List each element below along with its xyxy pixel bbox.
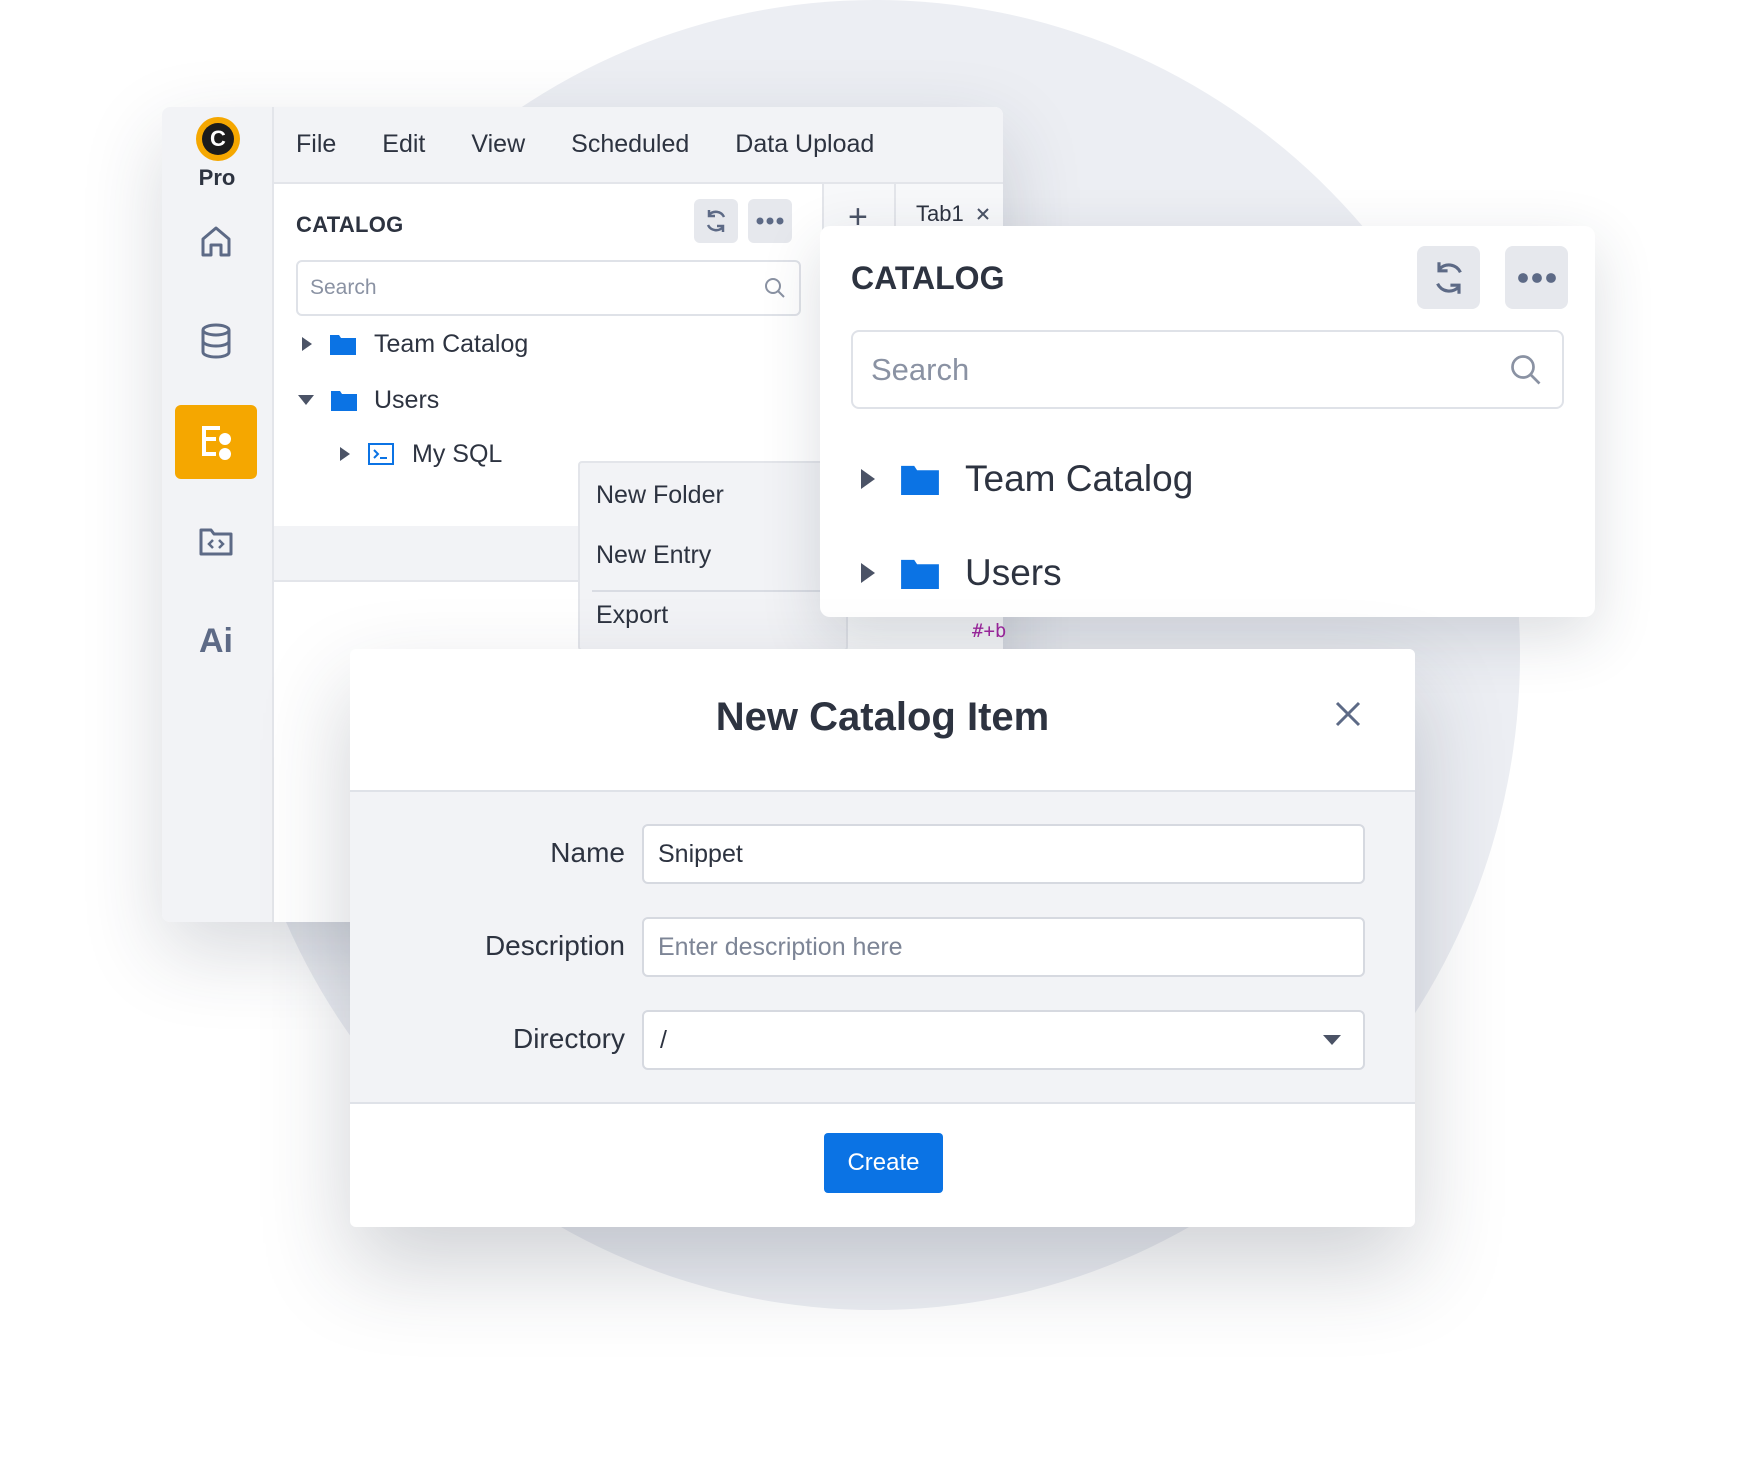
description-field[interactable] <box>642 917 1365 977</box>
ai-label: Ai <box>199 621 233 660</box>
description-label: Description <box>484 930 625 961</box>
menu-view[interactable]: View <box>471 130 525 159</box>
collapse-arrow-icon[interactable] <box>298 395 314 405</box>
menu-bar: File Edit View Scheduled Data Upload <box>274 107 1003 184</box>
expand-arrow-icon[interactable] <box>302 337 312 351</box>
catalog-search[interactable] <box>296 260 801 316</box>
tree-label: My SQL <box>412 439 503 468</box>
new-catalog-item-dialog: New Catalog Item Name Description Direct… <box>350 649 1415 1227</box>
database-icon <box>201 323 231 359</box>
catalog-search-input[interactable] <box>310 276 730 300</box>
code-fragment: #+b <box>972 620 1007 642</box>
refresh-icon <box>1435 261 1462 294</box>
dialog-body: Name Description Directory / <box>350 792 1415 1104</box>
directory-value: / <box>660 1025 667 1054</box>
tab-label: Tab1 <box>916 201 964 226</box>
catalog-search-input[interactable] <box>871 351 1471 388</box>
catalog-search[interactable] <box>851 330 1564 409</box>
directory-label: Directory <box>512 1023 625 1054</box>
dialog-title: New Catalog Item <box>715 695 1050 739</box>
tree-item-my-sql[interactable]: My SQL <box>340 434 502 474</box>
folder-icon <box>330 335 356 355</box>
expand-arrow-icon[interactable] <box>861 469 875 489</box>
context-menu: New Folder New Entry Export <box>578 461 848 651</box>
directory-select[interactable]: / <box>642 1010 1365 1070</box>
expand-arrow-icon[interactable] <box>861 563 875 583</box>
menu-file[interactable]: File <box>296 130 336 159</box>
close-icon[interactable] <box>976 207 990 221</box>
menu-new-folder[interactable]: New Folder <box>596 481 724 510</box>
chevron-down-icon <box>1323 1035 1341 1045</box>
catalog-zoom-card: CATALOG Team Cata <box>820 226 1595 617</box>
create-button[interactable]: Create <box>824 1133 943 1193</box>
menu-new-entry[interactable]: New Entry <box>596 541 711 570</box>
catalog-more-button[interactable] <box>1505 246 1568 309</box>
expand-arrow-icon[interactable] <box>340 447 350 461</box>
rail-database-button[interactable] <box>175 304 257 378</box>
menu-edit[interactable]: Edit <box>382 130 425 159</box>
rail-home-button[interactable] <box>175 204 257 278</box>
search-icon <box>765 278 785 298</box>
folder-icon <box>901 559 939 589</box>
home-icon <box>201 226 231 257</box>
more-dots-icon <box>756 217 784 225</box>
terminal-icon <box>368 443 394 465</box>
name-label: Name <box>550 837 625 868</box>
menu-data-upload[interactable]: Data Upload <box>735 130 874 159</box>
rail-code-folder-button[interactable] <box>175 504 257 578</box>
tree-label: Team Catalog <box>374 329 529 358</box>
name-field[interactable] <box>642 824 1365 884</box>
catalog-title: CATALOG <box>851 260 1005 296</box>
edition-label: Pro <box>198 165 236 190</box>
catalog-more-button[interactable] <box>748 199 792 243</box>
tree-item-team-catalog[interactable]: Team Catalog <box>302 324 528 364</box>
folder-icon <box>331 391 357 411</box>
tree-item-users[interactable]: Users <box>861 548 1062 598</box>
left-rail: C Pro Ai <box>162 107 274 922</box>
more-dots-icon <box>1517 272 1556 283</box>
tree-label: Users <box>965 552 1062 593</box>
tree-label: Users <box>374 385 440 414</box>
logo-letter: C <box>202 123 234 155</box>
search-icon <box>1511 354 1541 384</box>
catalog-refresh-button[interactable] <box>694 199 738 243</box>
catalog-refresh-button[interactable] <box>1417 246 1480 309</box>
stage: C Pro Ai File Edit View Scheduled Data U… <box>0 0 1744 1478</box>
app-logo: C <box>196 117 240 161</box>
menu-scheduled[interactable]: Scheduled <box>571 130 689 159</box>
close-icon[interactable] <box>1333 699 1363 729</box>
tree-item-team-catalog[interactable]: Team Catalog <box>861 454 1193 504</box>
catalog-tree-icon <box>202 426 231 460</box>
tree-label: Team Catalog <box>965 458 1194 499</box>
folder-icon <box>901 465 939 495</box>
rail-ai-button[interactable]: Ai <box>175 604 257 678</box>
code-folder-icon <box>199 528 233 556</box>
tree-item-users[interactable]: Users <box>298 380 439 420</box>
rail-catalog-button[interactable] <box>175 405 257 479</box>
dialog-header: New Catalog Item <box>350 649 1415 792</box>
catalog-title: CATALOG <box>296 212 404 237</box>
menu-export[interactable]: Export <box>596 601 668 630</box>
refresh-icon <box>706 210 726 232</box>
menu-divider <box>592 590 846 592</box>
